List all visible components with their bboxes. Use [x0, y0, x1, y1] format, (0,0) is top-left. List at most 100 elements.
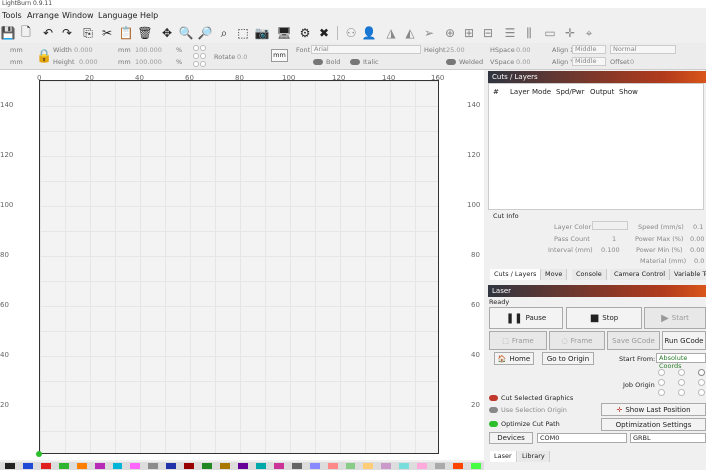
palette-swatch[interactable]: [453, 463, 463, 469]
palette-swatch[interactable]: [22, 463, 33, 469]
palette-swatch[interactable]: [40, 463, 51, 469]
job-origin-radio[interactable]: [698, 369, 705, 376]
select-rect-icon[interactable]: ⬚: [235, 25, 251, 41]
tab-variable-text[interactable]: Variable Te: [670, 269, 706, 280]
interval-value[interactable]: 0.100: [601, 246, 620, 254]
redo-icon[interactable]: ↷: [59, 25, 75, 41]
palette-swatch[interactable]: [399, 463, 410, 469]
show-last-position-button[interactable]: ✛ Show Last Position: [601, 403, 706, 416]
job-origin-radio[interactable]: [658, 369, 665, 376]
palette-swatch[interactable]: [5, 463, 15, 469]
origin-dot[interactable]: [193, 61, 199, 67]
font-height-value[interactable]: 25.00: [446, 46, 465, 54]
job-origin-radio[interactable]: [698, 389, 705, 396]
optimize-cut-path-toggle[interactable]: [489, 421, 498, 427]
job-origin-radio[interactable]: [678, 369, 685, 376]
palette-swatch[interactable]: [130, 463, 141, 469]
cut-icon[interactable]: ✂: [99, 25, 115, 41]
bold-toggle[interactable]: [313, 59, 323, 65]
move-icon[interactable]: ✥: [159, 25, 175, 41]
undo-icon[interactable]: ↶: [40, 25, 56, 41]
font-select[interactable]: Arial: [311, 45, 421, 54]
menu-language[interactable]: Language: [98, 11, 137, 20]
unit-toggle-button[interactable]: mm: [271, 49, 288, 62]
tab-library[interactable]: Library: [518, 451, 550, 462]
job-origin-radio[interactable]: [658, 379, 665, 386]
mirror-icon[interactable]: ◮: [383, 25, 399, 41]
scale-width[interactable]: 100.000: [135, 46, 162, 54]
palette-swatch[interactable]: [345, 463, 356, 469]
origin-dot[interactable]: [200, 61, 206, 67]
dock-icon[interactable]: ▭: [542, 25, 558, 41]
new-file-icon[interactable]: 🗋: [18, 25, 34, 41]
palette-swatch[interactable]: [237, 463, 248, 469]
job-origin-radio[interactable]: [678, 389, 685, 396]
palette-swatch[interactable]: [291, 463, 302, 469]
frame-circle-button[interactable]: ◌ Frame: [549, 331, 605, 350]
run-gcode-button[interactable]: Run GCode: [662, 331, 706, 350]
width-value[interactable]: 0.000: [74, 46, 93, 54]
group-icon[interactable]: ⚇: [343, 25, 359, 41]
monitor-icon[interactable]: 🖥: [276, 25, 292, 41]
zoom-fit-icon[interactable]: ⌕: [216, 25, 232, 41]
palette-swatch[interactable]: [148, 463, 159, 469]
italic-toggle[interactable]: [350, 59, 360, 65]
tab-move[interactable]: Move: [541, 269, 568, 280]
palette-swatch[interactable]: [76, 463, 87, 469]
align-x-select[interactable]: Middle: [572, 45, 606, 54]
tab-cuts-layers[interactable]: Cuts / Layers: [490, 269, 542, 280]
bed-canvas[interactable]: [39, 80, 439, 454]
height-value[interactable]: 0.000: [79, 58, 98, 66]
hspace-value[interactable]: 0.00: [516, 46, 530, 54]
job-origin-radio[interactable]: [678, 379, 685, 386]
user-icon[interactable]: 👤: [361, 25, 377, 41]
palette-swatch[interactable]: [94, 463, 105, 469]
frame-button[interactable]: ⬚ Frame: [489, 331, 547, 350]
palette-swatch[interactable]: [470, 463, 481, 469]
tab-console[interactable]: Console: [572, 269, 607, 280]
tab-laser[interactable]: Laser: [490, 451, 517, 462]
palette-swatch[interactable]: [435, 463, 446, 469]
palette-swatch[interactable]: [202, 463, 213, 469]
palette-swatch[interactable]: [220, 463, 230, 469]
target-icon[interactable]: ⊕: [442, 25, 458, 41]
cut-selected-toggle[interactable]: [489, 395, 498, 401]
send-icon[interactable]: ➢: [421, 25, 437, 41]
palette-swatch[interactable]: [58, 463, 69, 469]
move-laser-icon[interactable]: ✛: [562, 25, 578, 41]
delete-icon[interactable]: 🗑: [137, 25, 153, 41]
menu-tools[interactable]: Tools: [2, 11, 22, 20]
job-origin-radio[interactable]: [698, 379, 705, 386]
palette-swatch[interactable]: [255, 463, 266, 469]
palette-swatch[interactable]: [417, 463, 428, 469]
palette-swatch[interactable]: [381, 463, 392, 469]
devices-button[interactable]: Devices: [489, 432, 533, 444]
offset-value[interactable]: 0: [630, 58, 634, 66]
crosshair-icon[interactable]: ⌖: [581, 25, 597, 41]
go-to-origin-button[interactable]: Go to Origin: [542, 352, 594, 365]
welded-toggle[interactable]: [446, 59, 456, 65]
layers-list[interactable]: # Layer Mode Spd/Pwr Output Show: [488, 83, 704, 210]
palette-swatch[interactable]: [363, 463, 374, 469]
origin-dot[interactable]: [193, 45, 199, 51]
vspace-value[interactable]: 0.00: [516, 58, 530, 66]
start-button[interactable]: ▶ Start: [644, 307, 706, 329]
palette-swatch[interactable]: [273, 463, 284, 469]
tools-icon[interactable]: ✖: [316, 25, 332, 41]
origin-dot[interactable]: [200, 53, 206, 59]
zoom-out-icon[interactable]: 🔎: [197, 25, 213, 41]
copy-icon[interactable]: ⎘: [80, 25, 96, 41]
pause-button[interactable]: ❚❚ Pause: [489, 307, 563, 329]
use-selection-origin-toggle[interactable]: [489, 407, 498, 413]
align-v-icon[interactable]: ⫼: [521, 25, 537, 41]
origin-dot[interactable]: [193, 53, 199, 59]
pass-count-value[interactable]: 1: [612, 235, 616, 243]
stop-button[interactable]: ■ Stop: [566, 307, 642, 329]
palette-swatch[interactable]: [166, 463, 177, 469]
job-origin-radio[interactable]: [658, 389, 665, 396]
text-mode-select[interactable]: Normal: [610, 45, 676, 54]
align-y-select[interactable]: Middle: [572, 57, 606, 66]
settings-icon[interactable]: ⚙: [297, 25, 313, 41]
home-button[interactable]: 🏠 Home: [494, 352, 534, 365]
origin-dot[interactable]: [200, 45, 206, 51]
